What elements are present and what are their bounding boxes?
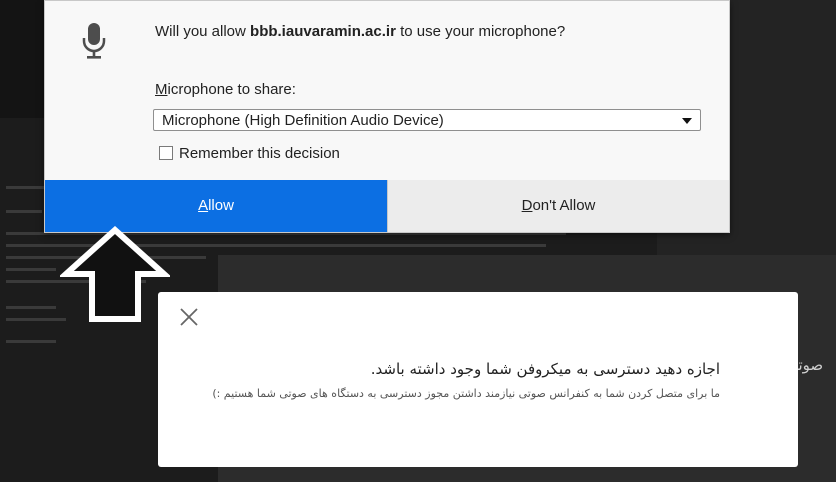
microphone-device-select[interactable]: Microphone (High Definition Audio Device… <box>153 109 701 131</box>
close-icon[interactable] <box>178 306 200 328</box>
background-text-line <box>6 318 66 321</box>
microphone-share-label: Microphone to share: <box>155 81 296 98</box>
background-text-line <box>6 210 42 213</box>
microphone-permission-popup: Will you allow bbb.iauvaramin.ac.ir to u… <box>44 0 730 233</box>
modal-title: اجازه دهید دسترسی به میکروفن شما وجود دا… <box>370 360 720 378</box>
up-arrow-icon <box>60 226 170 322</box>
remember-label: Remember this decision <box>179 145 340 162</box>
checkbox-box[interactable] <box>159 146 173 160</box>
microphone-icon <box>82 23 106 59</box>
selected-device-label: Microphone (High Definition Audio Device… <box>162 112 444 129</box>
microphone-access-modal: اجازه دهید دسترسی به میکروفن شما وجود دا… <box>158 292 798 467</box>
requesting-domain: bbb.iauvaramin.ac.ir <box>250 23 396 40</box>
background-text-line <box>6 340 56 343</box>
remember-decision-checkbox[interactable]: Remember this decision <box>159 145 340 163</box>
modal-body: ما برای متصل کردن شما به کنفرانس صوتی نی… <box>212 387 720 400</box>
dropdown-arrow-icon <box>682 118 692 124</box>
background-text-line <box>6 306 56 309</box>
dont-allow-button[interactable]: Don't Allow <box>387 180 729 232</box>
background-text-line <box>6 268 56 271</box>
allow-button[interactable]: Allow <box>45 180 387 232</box>
background-text-line <box>6 186 46 189</box>
permission-message: Will you allow bbb.iauvaramin.ac.ir to u… <box>155 23 566 40</box>
